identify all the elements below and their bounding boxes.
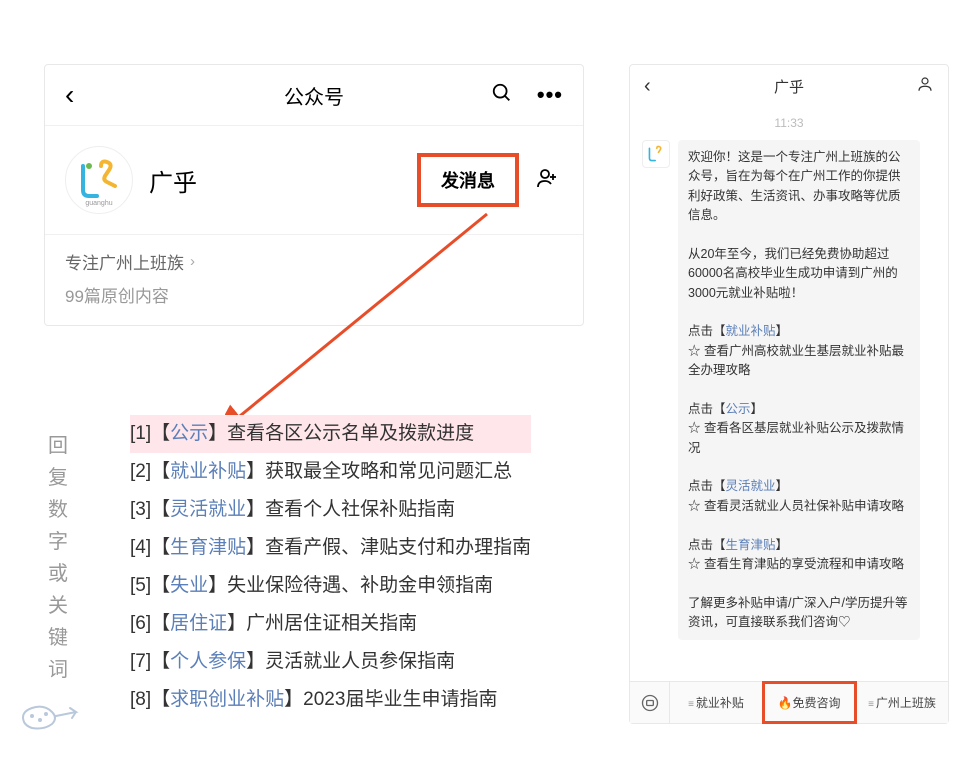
chat-avatar[interactable]: [642, 140, 670, 168]
header-title: 公众号: [284, 81, 344, 110]
chat-body[interactable]: 11:33 欢迎你！这是一个专注广州上班族的公众号，旨在为每个在广州工作的你提供…: [630, 108, 948, 681]
reply-num: [5]: [130, 575, 151, 596]
menu-mini-icon: ≡: [868, 699, 874, 710]
profile-footer: 专注广州上班族 › 99篇原创内容: [45, 234, 583, 325]
chat-timestamp: 11:33: [642, 116, 936, 130]
reply-keyword[interactable]: 求职创业补贴: [170, 689, 284, 710]
chat-link[interactable]: 就业补贴: [726, 324, 776, 338]
reply-item: [7]【个人参保】灵活就业人员参保指南: [130, 643, 531, 681]
menu-item[interactable]: ≡广州上班族: [856, 682, 948, 723]
reply-item: [5]【失业】失业保险待遇、补助金申领指南: [130, 567, 531, 605]
tagline-row[interactable]: 专注广州上班族 ›: [65, 249, 563, 274]
reply-keyword[interactable]: 就业补贴: [170, 461, 246, 482]
reply-num: [4]: [130, 537, 151, 558]
reply-item: [1]【公示】查看各区公示名单及拨款进度: [130, 415, 531, 453]
chat-panel: ‹ 广乎 11:33 欢迎你！这是一个专注广州上班族的公众号，旨在为每个在广州工…: [629, 64, 949, 724]
chat-text: ☆ 查看生育津贴的享受流程和申请攻略: [688, 555, 910, 574]
chat-title: 广乎: [774, 76, 804, 97]
chat-header: ‹ 广乎: [630, 65, 948, 108]
label-char: 词: [48, 654, 68, 686]
chat-link[interactable]: 生育津贴: [726, 538, 776, 552]
reply-num: [3]: [130, 499, 151, 520]
chat-message: 欢迎你！这是一个专注广州上班族的公众号，旨在为每个在广州工作的你提供利好政策、生…: [642, 140, 936, 640]
chat-link-row: 点击【生育津贴】: [688, 536, 910, 555]
chat-profile-icon[interactable]: [916, 75, 934, 98]
chat-bubble: 欢迎你！这是一个专注广州上班族的公众号，旨在为每个在广州工作的你提供利好政策、生…: [678, 140, 920, 640]
reply-item: [4]【生育津贴】查看产假、津贴支付和办理指南: [130, 529, 531, 567]
chat-text: ☆ 查看各区基层就业补贴公示及拨款情况: [688, 419, 910, 458]
account-name[interactable]: 广乎: [149, 163, 417, 198]
reply-num: [2]: [130, 461, 151, 482]
label-char: 键: [48, 622, 68, 654]
reply-item: [8]【求职创业补贴】2023届毕业生申请指南: [130, 681, 531, 719]
menu-item[interactable]: ≡就业补贴: [670, 682, 763, 723]
chevron-right-icon: ›: [190, 253, 195, 270]
chat-bottom-menu: ≡就业补贴🔥免费咨询≡广州上班族: [630, 681, 948, 723]
label-char: 关: [48, 590, 68, 622]
label-char: 回: [48, 430, 68, 462]
profile-header: ‹ 公众号 •••: [45, 65, 583, 126]
account-profile-card: ‹ 公众号 ••• guanghu 广乎 发消息 专注广州上班族 › 99篇原创…: [44, 64, 584, 326]
menu-label: 广州上班族: [876, 696, 936, 710]
chat-back-icon[interactable]: ‹: [644, 75, 651, 98]
chat-link[interactable]: 公示: [726, 402, 751, 416]
chat-link-row: 点击【公示】: [688, 400, 910, 419]
account-avatar[interactable]: guanghu: [65, 146, 133, 214]
reply-num: [6]: [130, 613, 151, 634]
chat-text: ☆ 查看广州高校就业生基层就业补贴最全办理攻略: [688, 342, 910, 381]
reply-desc: 查看各区公示名单及拨款进度: [227, 423, 474, 444]
reply-hint-label: 回复数字或关键词: [48, 430, 68, 686]
menu-mini-icon: ≡: [688, 699, 694, 710]
more-icon[interactable]: •••: [537, 82, 563, 108]
reply-num: [7]: [130, 651, 151, 672]
send-message-button[interactable]: 发消息: [417, 153, 519, 207]
reply-keyword[interactable]: 生育津贴: [170, 537, 246, 558]
label-char: 数: [48, 494, 68, 526]
reply-desc: 灵活就业人员参保指南: [265, 651, 455, 672]
reply-keyword[interactable]: 个人参保: [170, 651, 246, 672]
reply-desc: 2023届毕业生申请指南: [303, 689, 497, 710]
reply-item: [6]【居住证】广州居住证相关指南: [130, 605, 531, 643]
reply-keyword-list: [1]【公示】查看各区公示名单及拨款进度[2]【就业补贴】获取最全攻略和常见问题…: [130, 415, 531, 719]
reply-desc: 查看产假、津贴支付和办理指南: [265, 537, 531, 558]
reply-keyword[interactable]: 失业: [170, 575, 208, 596]
chat-link-row: 点击【就业补贴】: [688, 322, 910, 341]
reply-keyword[interactable]: 灵活就业: [170, 499, 246, 520]
reply-desc: 获取最全攻略和常见问题汇总: [265, 461, 512, 482]
profile-body: guanghu 广乎 发消息: [45, 126, 583, 234]
menu-label: 就业补贴: [696, 696, 744, 710]
reply-desc: 广州居住证相关指南: [246, 613, 417, 634]
chat-link[interactable]: 灵活就业: [726, 479, 776, 493]
reply-keyword[interactable]: 居住证: [170, 613, 227, 634]
follow-icon[interactable]: [531, 162, 563, 199]
chat-text: 欢迎你！这是一个专注广州上班族的公众号，旨在为每个在广州工作的你提供利好政策、生…: [688, 148, 910, 226]
reply-item: [2]【就业补贴】获取最全攻略和常见问题汇总: [130, 453, 531, 491]
back-icon[interactable]: ‹: [65, 79, 74, 111]
article-count: 99篇原创内容: [65, 282, 563, 307]
chat-link-row: 点击【灵活就业】: [688, 477, 910, 496]
chat-text: 从20年至今，我们已经免费协助超过60000名高校毕业生成功申请到广州的3000…: [688, 245, 910, 303]
reply-num: [1]: [130, 423, 151, 444]
avatar-label: guanghu: [85, 200, 112, 207]
fire-icon: 🔥: [778, 696, 793, 710]
menu-items: ≡就业补贴🔥免费咨询≡广州上班族: [670, 682, 948, 723]
chat-text: 了解更多补贴申请/广深入户/学历提升等资讯，可直接联系我们咨询♡: [688, 594, 910, 633]
menu-label: 免费咨询: [792, 696, 840, 710]
chat-text: ☆ 查看灵活就业人员社保补贴申请攻略: [688, 497, 910, 516]
tagline: 专注广州上班族: [65, 249, 184, 274]
reply-keyword[interactable]: 公示: [170, 423, 208, 444]
reply-desc: 失业保险待遇、补助金申领指南: [227, 575, 493, 596]
reply-item: [3]【灵活就业】查看个人社保补贴指南: [130, 491, 531, 529]
label-char: 或: [48, 558, 68, 590]
search-icon[interactable]: [491, 82, 513, 109]
menu-item[interactable]: 🔥免费咨询: [763, 682, 856, 723]
keyboard-toggle-icon[interactable]: [630, 682, 670, 723]
reply-desc: 查看个人社保补贴指南: [265, 499, 455, 520]
label-char: 复: [48, 462, 68, 494]
reply-num: [8]: [130, 689, 151, 710]
label-char: 字: [48, 526, 68, 558]
decorative-doodle-icon: [16, 690, 88, 738]
